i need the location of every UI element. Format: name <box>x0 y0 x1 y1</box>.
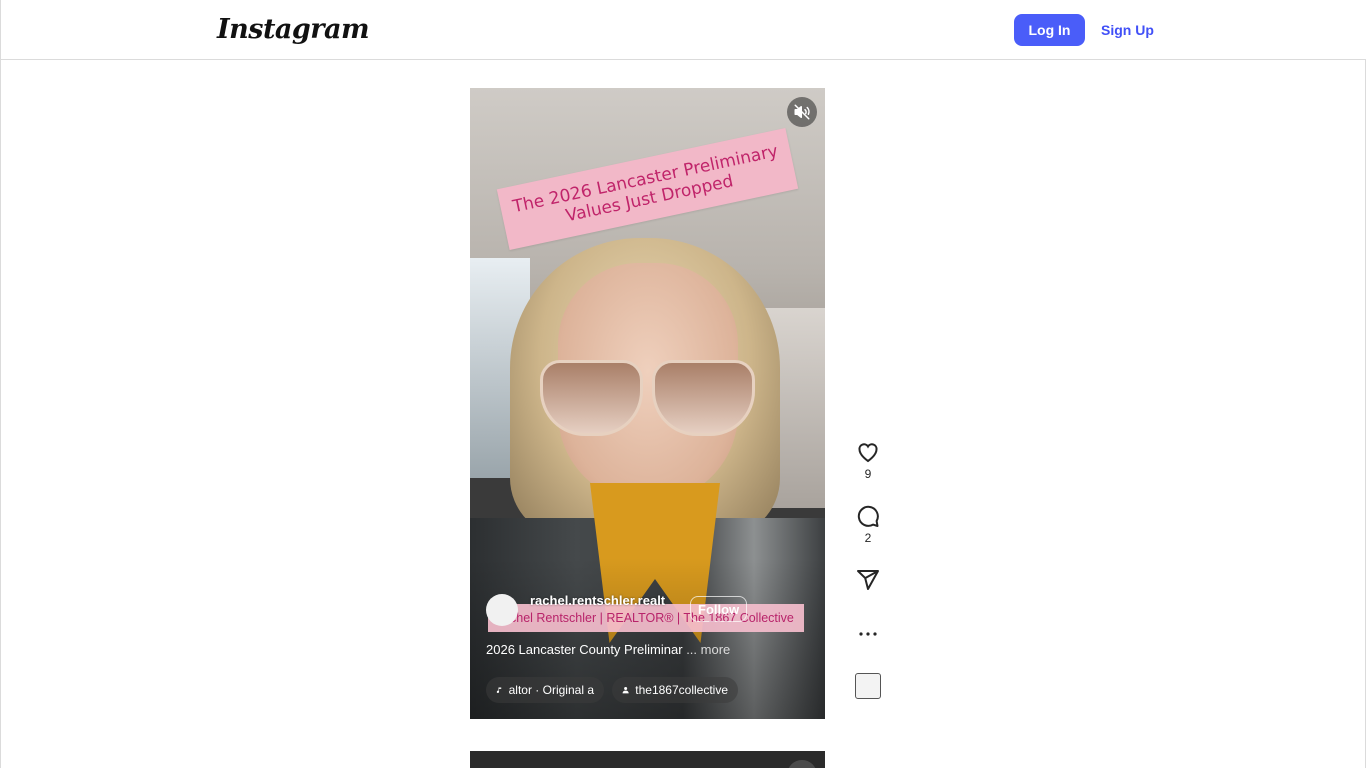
share-action[interactable] <box>848 568 888 592</box>
audio-thumbnail[interactable] <box>855 673 881 699</box>
username-link[interactable]: rachel.rentschler.realt <box>530 593 665 608</box>
reel-caption[interactable]: 2026 Lancaster County Preliminar ... mor… <box>486 642 786 657</box>
music-icon <box>496 687 502 693</box>
comment-count: 2 <box>864 531 872 545</box>
tagged-user-chip[interactable]: the1867collective <box>612 677 738 703</box>
reel-video[interactable]: The 2026 Lancaster Preliminary Values Ju… <box>470 88 825 719</box>
signup-button[interactable]: Sign Up <box>1097 14 1158 46</box>
like-count: 9 <box>864 467 872 481</box>
top-nav: Instagram Log In Sign Up <box>1 0 1366 60</box>
login-button[interactable]: Log In <box>1014 14 1085 46</box>
follow-button[interactable]: Follow <box>690 596 748 622</box>
tagged-user-label: the1867collective <box>635 683 728 697</box>
caption-more-link[interactable]: ... more <box>686 642 730 657</box>
like-action[interactable]: 9 <box>848 440 888 481</box>
next-reel-preview[interactable] <box>470 751 825 768</box>
profile-banner-text: chel Rentschler | REALTOR® | The 1867 Co… <box>510 611 794 625</box>
user-icon <box>622 686 629 694</box>
audio-chip[interactable]: altor · Original a <box>486 677 604 703</box>
instagram-logo[interactable]: Instagram <box>217 14 370 45</box>
sunglasses-left <box>540 360 643 436</box>
comment-action[interactable]: 2 <box>848 504 888 545</box>
volume-off-icon <box>794 104 810 120</box>
mute-toggle-button[interactable] <box>787 97 817 127</box>
caption-text: 2026 Lancaster County Preliminar <box>486 642 683 657</box>
comment-icon[interactable] <box>856 504 880 528</box>
heart-icon[interactable] <box>856 440 880 464</box>
page: Instagram Log In Sign Up The 2026 Lancas… <box>0 0 1366 768</box>
more-icon[interactable] <box>856 622 880 646</box>
next-mute-button[interactable] <box>787 760 817 768</box>
more-action[interactable] <box>848 622 888 646</box>
audio-label: altor · Original a <box>508 683 594 697</box>
share-icon[interactable] <box>856 568 880 592</box>
sunglasses-right <box>652 360 755 436</box>
profile-banner: chel Rentschler | REALTOR® | The 1867 Co… <box>488 604 804 632</box>
avatar[interactable] <box>486 594 518 626</box>
